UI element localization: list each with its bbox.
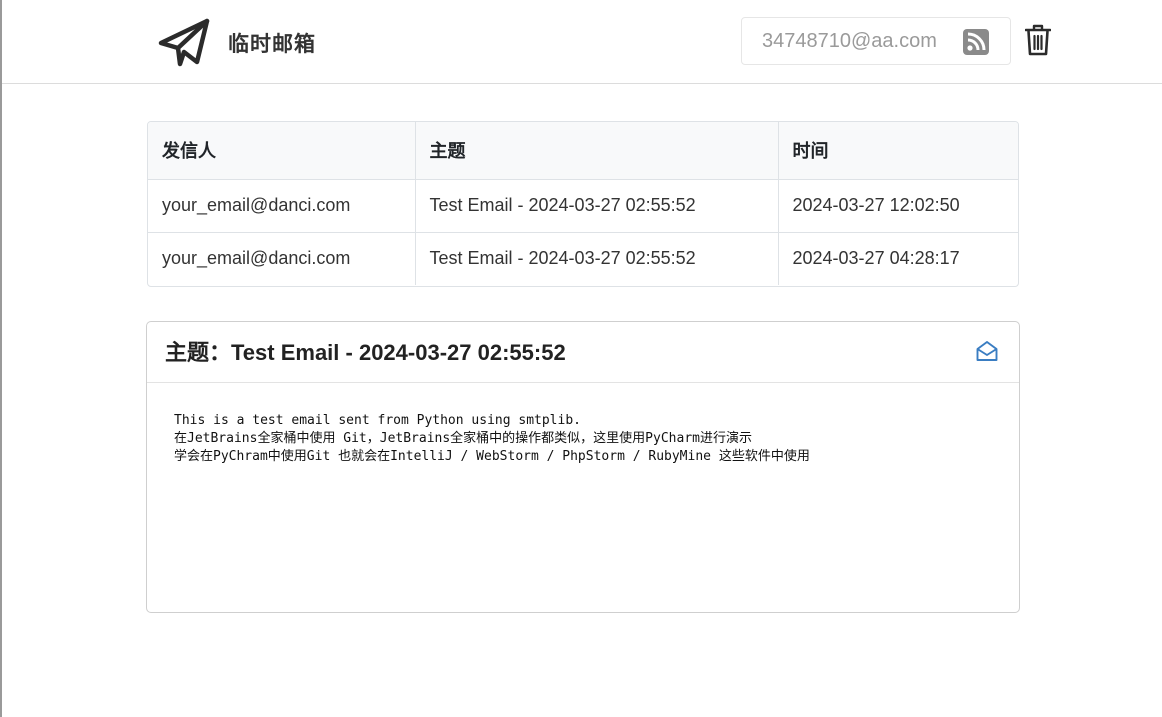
column-header-subject: 主题	[414, 122, 778, 180]
email-address-box	[741, 17, 1011, 65]
cell-sender[interactable]: your_email@danci.com	[148, 231, 415, 285]
email-address-input[interactable]	[742, 18, 947, 64]
table-row[interactable]: your_email@danci.com Test Email - 2024-0…	[148, 231, 1018, 285]
email-body-line: 在JetBrains全家桶中使用 Git，JetBrains全家桶中的操作都类似…	[174, 431, 752, 446]
brand-title[interactable]: 临时邮箱	[228, 28, 316, 58]
cell-time[interactable]: 2024-03-27 04:28:17	[777, 231, 1018, 285]
rss-icon[interactable]	[963, 29, 989, 55]
cell-subject[interactable]: Test Email - 2024-03-27 02:55:52	[414, 231, 778, 285]
top-header: 临时邮箱	[2, 0, 1162, 84]
envelope-open-icon[interactable]	[975, 339, 999, 363]
email-body-line: This is a test email sent from Python us…	[174, 413, 581, 428]
left-divider	[0, 0, 2, 717]
email-body: This is a test email sent from Python us…	[174, 412, 810, 466]
column-header-time: 时间	[777, 122, 1018, 180]
cell-subject[interactable]: Test Email - 2024-03-27 02:55:52	[414, 179, 778, 232]
cell-time[interactable]: 2024-03-27 12:02:50	[777, 179, 1018, 232]
email-detail-title: 主题：Test Email - 2024-03-27 02:55:52	[165, 340, 566, 365]
email-body-line: 学会在PyChram中使用Git 也就会在IntelliJ / WebStorm…	[174, 449, 810, 464]
column-header-sender: 发信人	[148, 122, 415, 180]
table-header-row: 发信人 主题 时间	[148, 122, 1018, 180]
email-detail-card: 主题：Test Email - 2024-03-27 02:55:52 This…	[146, 321, 1020, 613]
email-detail-header: 主题：Test Email - 2024-03-27 02:55:52	[147, 322, 1019, 383]
table-row[interactable]: your_email@danci.com Test Email - 2024-0…	[148, 179, 1018, 232]
cell-sender[interactable]: your_email@danci.com	[148, 179, 415, 232]
mail-list-table: 发信人 主题 时间 your_email@danci.com Test Emai…	[147, 121, 1019, 287]
paper-plane-icon[interactable]	[157, 16, 211, 68]
trash-icon[interactable]	[1025, 24, 1051, 56]
